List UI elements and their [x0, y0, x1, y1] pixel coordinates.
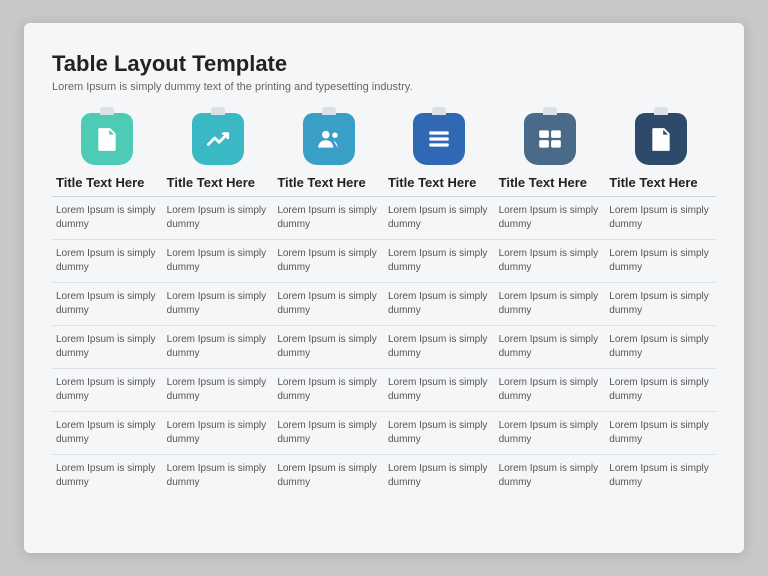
cell-1-3: Lorem Ipsum is simply dummy — [273, 197, 384, 240]
table-row: Lorem Ipsum is simply dummyLorem Ipsum i… — [52, 240, 716, 283]
slide-title: Table Layout Template — [52, 51, 716, 77]
icon-cell-4 — [384, 113, 495, 165]
col-title-5: Title Text Here — [495, 165, 606, 197]
table-row: Lorem Ipsum is simply dummyLorem Ipsum i… — [52, 326, 716, 369]
cell-7-5: Lorem Ipsum is simply dummy — [495, 455, 606, 498]
cell-2-2: Lorem Ipsum is simply dummy — [163, 240, 274, 283]
col-title-3: Title Text Here — [273, 165, 384, 197]
cell-2-6: Lorem Ipsum is simply dummy — [605, 240, 716, 283]
table-row: Lorem Ipsum is simply dummyLorem Ipsum i… — [52, 197, 716, 240]
cell-4-2: Lorem Ipsum is simply dummy — [163, 326, 274, 369]
col-title-1: Title Text Here — [52, 165, 163, 197]
cell-1-6: Lorem Ipsum is simply dummy — [605, 197, 716, 240]
slide: Table Layout Template Lorem Ipsum is sim… — [24, 23, 744, 553]
cell-4-4: Lorem Ipsum is simply dummy — [384, 326, 495, 369]
icon-cell-5 — [495, 113, 606, 165]
icon-cell-3 — [273, 113, 384, 165]
cell-3-2: Lorem Ipsum is simply dummy — [163, 283, 274, 326]
main-table: Title Text HereTitle Text HereTitle Text… — [52, 113, 716, 497]
cell-6-2: Lorem Ipsum is simply dummy — [163, 412, 274, 455]
cell-6-4: Lorem Ipsum is simply dummy — [384, 412, 495, 455]
icon-cell-2 — [163, 113, 274, 165]
cell-6-5: Lorem Ipsum is simply dummy — [495, 412, 606, 455]
cell-1-1: Lorem Ipsum is simply dummy — [52, 197, 163, 240]
cell-2-1: Lorem Ipsum is simply dummy — [52, 240, 163, 283]
col-title-4: Title Text Here — [384, 165, 495, 197]
cell-3-6: Lorem Ipsum is simply dummy — [605, 283, 716, 326]
cell-4-6: Lorem Ipsum is simply dummy — [605, 326, 716, 369]
cell-6-6: Lorem Ipsum is simply dummy — [605, 412, 716, 455]
cell-2-3: Lorem Ipsum is simply dummy — [273, 240, 384, 283]
cell-5-3: Lorem Ipsum is simply dummy — [273, 369, 384, 412]
col-title-6: Title Text Here — [605, 165, 716, 197]
cell-4-3: Lorem Ipsum is simply dummy — [273, 326, 384, 369]
table-row: Lorem Ipsum is simply dummyLorem Ipsum i… — [52, 455, 716, 498]
col-title-2: Title Text Here — [163, 165, 274, 197]
cell-5-5: Lorem Ipsum is simply dummy — [495, 369, 606, 412]
cell-2-4: Lorem Ipsum is simply dummy — [384, 240, 495, 283]
cell-1-5: Lorem Ipsum is simply dummy — [495, 197, 606, 240]
cell-6-3: Lorem Ipsum is simply dummy — [273, 412, 384, 455]
cell-3-3: Lorem Ipsum is simply dummy — [273, 283, 384, 326]
cell-3-4: Lorem Ipsum is simply dummy — [384, 283, 495, 326]
icon-cell-1 — [52, 113, 163, 165]
cell-4-1: Lorem Ipsum is simply dummy — [52, 326, 163, 369]
cell-5-6: Lorem Ipsum is simply dummy — [605, 369, 716, 412]
cell-5-2: Lorem Ipsum is simply dummy — [163, 369, 274, 412]
cell-1-4: Lorem Ipsum is simply dummy — [384, 197, 495, 240]
cell-7-2: Lorem Ipsum is simply dummy — [163, 455, 274, 498]
cell-3-5: Lorem Ipsum is simply dummy — [495, 283, 606, 326]
table-row: Lorem Ipsum is simply dummyLorem Ipsum i… — [52, 412, 716, 455]
table-row: Lorem Ipsum is simply dummyLorem Ipsum i… — [52, 369, 716, 412]
cell-7-6: Lorem Ipsum is simply dummy — [605, 455, 716, 498]
cell-3-1: Lorem Ipsum is simply dummy — [52, 283, 163, 326]
cell-7-1: Lorem Ipsum is simply dummy — [52, 455, 163, 498]
cell-4-5: Lorem Ipsum is simply dummy — [495, 326, 606, 369]
slide-subtitle: Lorem Ipsum is simply dummy text of the … — [52, 81, 716, 93]
cell-5-4: Lorem Ipsum is simply dummy — [384, 369, 495, 412]
cell-2-5: Lorem Ipsum is simply dummy — [495, 240, 606, 283]
cell-7-4: Lorem Ipsum is simply dummy — [384, 455, 495, 498]
cell-5-1: Lorem Ipsum is simply dummy — [52, 369, 163, 412]
cell-6-1: Lorem Ipsum is simply dummy — [52, 412, 163, 455]
cell-7-3: Lorem Ipsum is simply dummy — [273, 455, 384, 498]
cell-1-2: Lorem Ipsum is simply dummy — [163, 197, 274, 240]
table-row: Lorem Ipsum is simply dummyLorem Ipsum i… — [52, 283, 716, 326]
icon-cell-6 — [605, 113, 716, 165]
